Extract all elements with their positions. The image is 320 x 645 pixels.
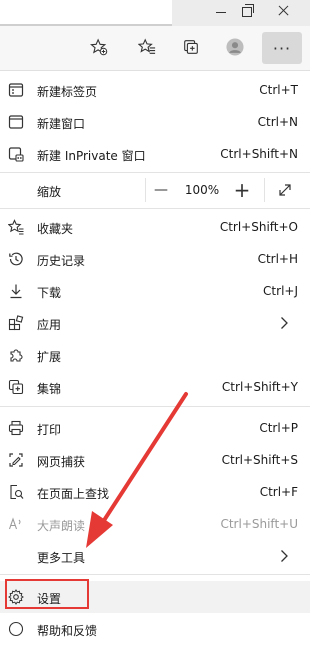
annotation-arrow (86, 392, 188, 548)
